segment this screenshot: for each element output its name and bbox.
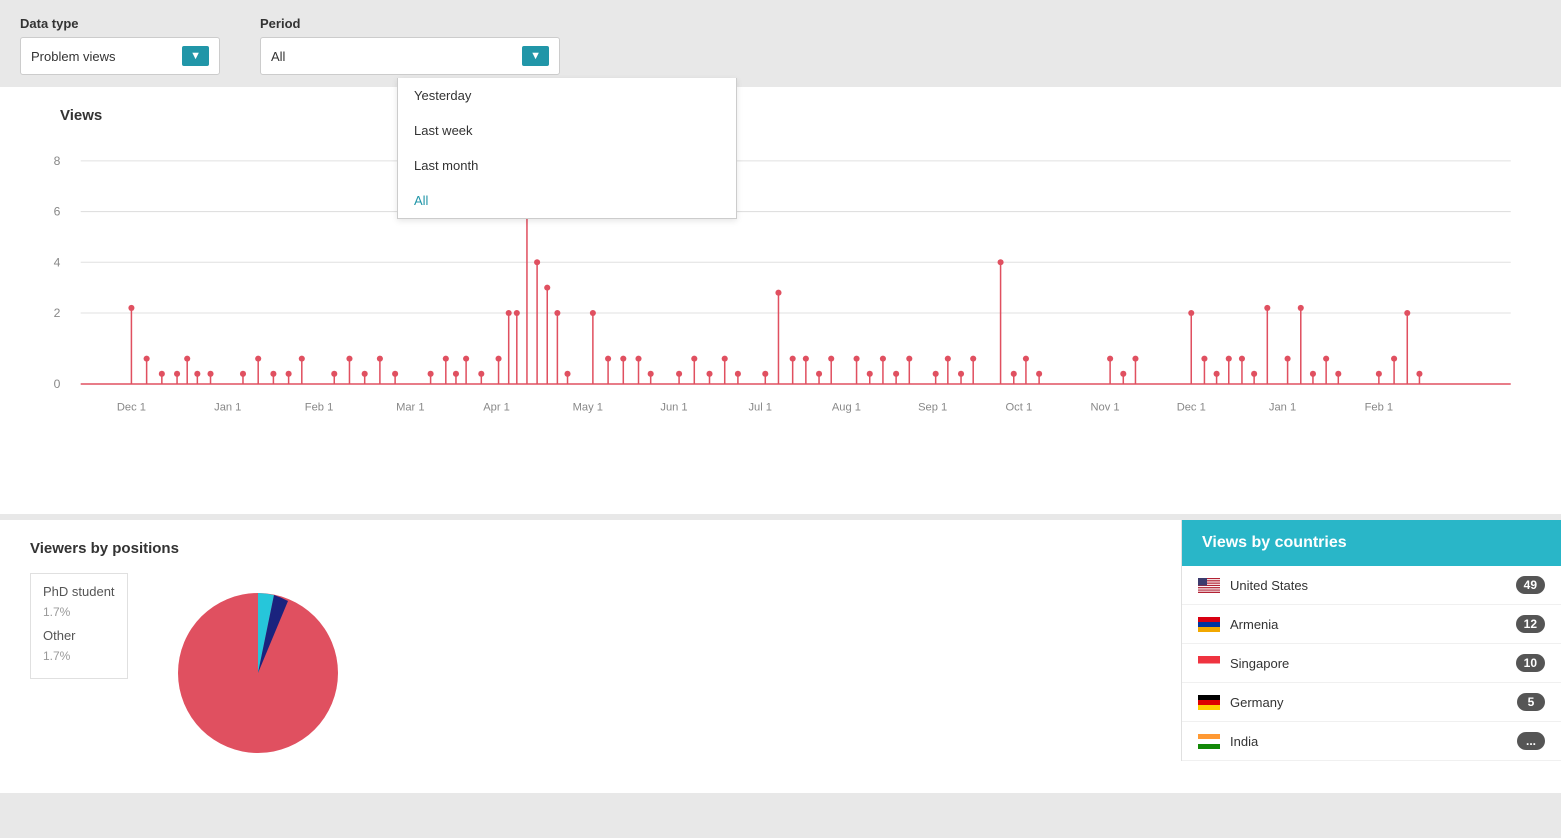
svg-text:Oct 1: Oct 1 bbox=[1006, 401, 1033, 413]
line-chart-svg: 8 6 4 2 0 Dec 1 Jan 1 Feb 1 Mar 1 Apr 1 … bbox=[30, 134, 1531, 494]
option-last-month[interactable]: Last month bbox=[398, 148, 736, 183]
countries-header: Views by countries bbox=[1182, 520, 1561, 566]
svg-text:4: 4 bbox=[54, 255, 61, 269]
period-control: Period All ▼ bbox=[260, 16, 560, 75]
svg-text:Jan 1: Jan 1 bbox=[1269, 401, 1296, 413]
svg-text:Feb 1: Feb 1 bbox=[1365, 401, 1394, 413]
country-in-name: India bbox=[1230, 734, 1517, 749]
phd-pct: 1.7% bbox=[43, 603, 115, 622]
svg-text:May 1: May 1 bbox=[573, 401, 603, 413]
svg-text:Apr 1: Apr 1 bbox=[483, 401, 510, 413]
countries-panel: Views by countries United States 49 bbox=[1181, 520, 1561, 761]
legend-item-phd: PhD student 1.7% bbox=[43, 582, 115, 622]
svg-text:Jun 1: Jun 1 bbox=[660, 401, 687, 413]
svg-text:8: 8 bbox=[54, 154, 61, 168]
country-row: Singapore 10 bbox=[1182, 644, 1561, 683]
svg-text:6: 6 bbox=[54, 205, 61, 219]
option-yesterday[interactable]: Yesterday bbox=[398, 78, 736, 113]
pie-chart-svg bbox=[158, 573, 358, 773]
country-de-count: 5 bbox=[1517, 693, 1545, 711]
datatype-control: Data type Problem views ▼ bbox=[20, 16, 220, 75]
country-row: Germany 5 bbox=[1182, 683, 1561, 722]
datatype-value: Problem views bbox=[31, 49, 116, 64]
period-dropdown-menu: Yesterday Last week Last month All bbox=[397, 78, 737, 219]
phd-label: PhD student bbox=[43, 582, 115, 603]
period-dropdown[interactable]: All ▼ bbox=[260, 37, 560, 75]
option-last-week[interactable]: Last week bbox=[398, 113, 736, 148]
svg-text:Sep 1: Sep 1 bbox=[918, 401, 947, 413]
other-pct: 1.7% bbox=[43, 647, 115, 666]
svg-text:Jan 1: Jan 1 bbox=[214, 401, 241, 413]
period-value: All bbox=[271, 49, 285, 64]
country-us-name: United States bbox=[1230, 578, 1516, 593]
datatype-label: Data type bbox=[20, 16, 220, 31]
country-row: Armenia 12 bbox=[1182, 605, 1561, 644]
svg-text:Dec 1: Dec 1 bbox=[1177, 401, 1206, 413]
country-am-count: 12 bbox=[1516, 615, 1545, 633]
datatype-arrow-icon: ▼ bbox=[182, 46, 209, 66]
svg-text:0: 0 bbox=[54, 377, 61, 391]
country-sg-count: 10 bbox=[1516, 654, 1545, 672]
chart-section: Views 8 6 4 2 0 Dec 1 Jan 1 Feb 1 Mar 1 … bbox=[0, 87, 1561, 514]
in-flag-icon bbox=[1198, 734, 1220, 749]
country-am-name: Armenia bbox=[1230, 617, 1516, 632]
country-row: United States 49 bbox=[1182, 566, 1561, 605]
country-de-name: Germany bbox=[1230, 695, 1517, 710]
legend-item-other: Other 1.7% bbox=[43, 626, 115, 666]
bottom-section: Viewers by positions PhD student 1.7% Ot… bbox=[0, 520, 1561, 793]
legend-box: PhD student 1.7% Other 1.7% bbox=[30, 573, 128, 679]
country-in-count: ... bbox=[1517, 732, 1545, 750]
svg-text:Feb 1: Feb 1 bbox=[305, 401, 334, 413]
svg-text:Aug 1: Aug 1 bbox=[832, 401, 861, 413]
de-flag-icon bbox=[1198, 695, 1220, 710]
other-label: Other bbox=[43, 626, 115, 647]
svg-text:2: 2 bbox=[54, 306, 61, 320]
us-flag-icon bbox=[1198, 578, 1220, 593]
period-label: Period bbox=[260, 16, 560, 31]
am-flag-icon bbox=[1198, 617, 1220, 632]
datatype-dropdown[interactable]: Problem views ▼ bbox=[20, 37, 220, 75]
svg-text:Mar 1: Mar 1 bbox=[396, 401, 424, 413]
svg-text:Nov 1: Nov 1 bbox=[1090, 401, 1119, 413]
country-row: India ... bbox=[1182, 722, 1561, 761]
svg-text:Dec 1: Dec 1 bbox=[117, 401, 146, 413]
period-arrow-icon: ▼ bbox=[522, 46, 549, 66]
svg-text:Jul 1: Jul 1 bbox=[748, 401, 772, 413]
chart-container: 8 6 4 2 0 Dec 1 Jan 1 Feb 1 Mar 1 Apr 1 … bbox=[30, 134, 1531, 494]
country-us-count: 49 bbox=[1516, 576, 1545, 594]
option-all[interactable]: All bbox=[398, 183, 736, 218]
sg-flag-icon bbox=[1198, 656, 1220, 671]
chart-title: Views bbox=[60, 107, 1531, 124]
top-controls: Data type Problem views ▼ Period All ▼ Y… bbox=[0, 0, 1561, 87]
country-sg-name: Singapore bbox=[1230, 656, 1516, 671]
